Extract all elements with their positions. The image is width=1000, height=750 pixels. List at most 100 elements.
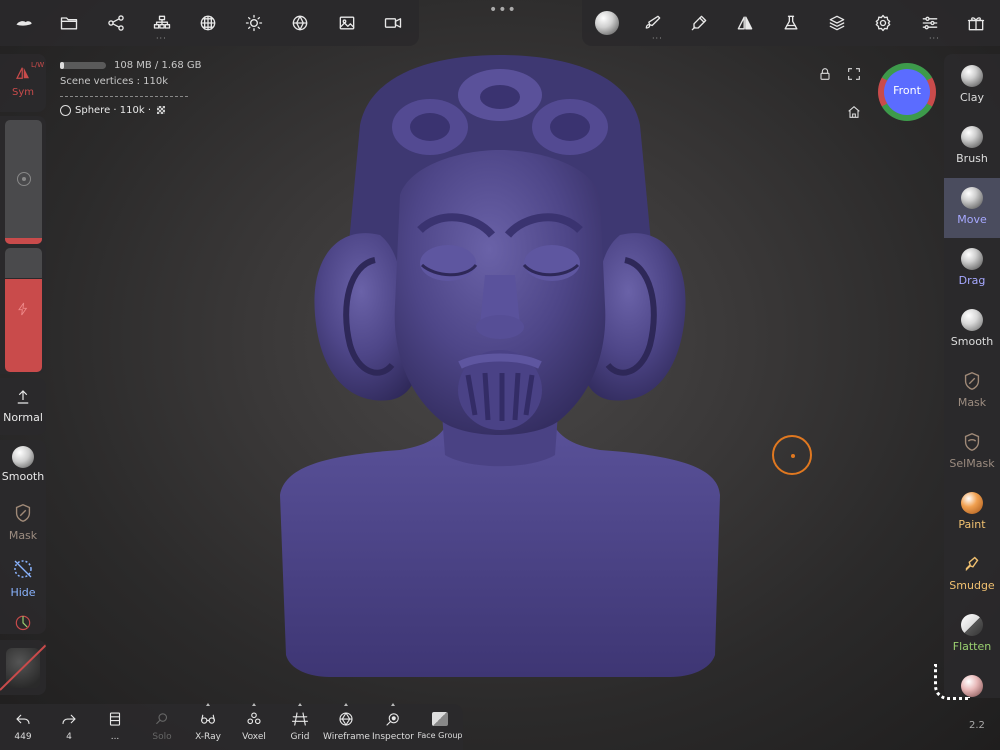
- wireframe-button[interactable]: Wireframe: [323, 703, 370, 742]
- lock-icon[interactable]: [817, 66, 833, 86]
- redo-icon: [62, 714, 76, 725]
- tool-clay[interactable]: Clay: [944, 56, 1000, 114]
- redo-button[interactable]: 4: [46, 706, 92, 742]
- move-ball-icon: [961, 187, 983, 209]
- more-dots-icon[interactable]: •••: [489, 2, 517, 18]
- voxel-label: Voxel: [242, 732, 266, 742]
- face-group-icon: [432, 712, 448, 726]
- tool-label: Drag: [958, 274, 986, 287]
- tool-mask[interactable]: Mask: [944, 361, 1000, 419]
- more-quick-tool-button[interactable]: [0, 612, 46, 635]
- tool-flatten[interactable]: Flatten: [944, 605, 1000, 663]
- home-icon[interactable]: [846, 104, 862, 124]
- sculpt-viewport-model[interactable]: [270, 55, 730, 685]
- redo-count: 4: [66, 732, 72, 742]
- normal-mode-button[interactable]: Normal: [0, 388, 46, 424]
- image-icon[interactable]: [336, 12, 358, 34]
- checker-icon: [157, 106, 166, 114]
- tool-smudge[interactable]: Smudge: [944, 544, 1000, 602]
- sliders-more-icon: ···: [929, 34, 940, 43]
- smudge-finger-icon: [965, 556, 979, 572]
- quick-mask-button[interactable]: Mask: [0, 502, 46, 542]
- hide-grid-icon: [14, 560, 32, 578]
- scene-info: 108 MB / 1.68 GB Scene vertices : 110k S…: [60, 58, 202, 119]
- tool-label: Clay: [960, 91, 984, 104]
- memory-bar: [60, 61, 106, 69]
- selmask-shield-icon: [964, 433, 980, 451]
- tool-drag[interactable]: Drag: [944, 239, 1000, 297]
- folder-icon[interactable]: [58, 12, 80, 34]
- tool-label: Smudge: [949, 579, 995, 592]
- undo-button[interactable]: 449: [0, 706, 46, 742]
- normal-label: Normal: [3, 411, 43, 424]
- top-toolbar-right: ··· ···: [582, 0, 1000, 46]
- face-group-button[interactable]: Face Group: [417, 706, 463, 741]
- quick-smooth-button[interactable]: Smooth: [0, 446, 46, 483]
- tool-selmask[interactable]: SelMask: [944, 422, 1000, 480]
- color-swatch-panel[interactable]: [0, 640, 46, 695]
- grid-button[interactable]: Grid: [277, 703, 323, 742]
- quick-hide-label: Hide: [10, 586, 36, 599]
- undo-icon: [16, 714, 30, 725]
- video-icon[interactable]: [382, 12, 404, 34]
- gift-icon[interactable]: [965, 12, 987, 34]
- paint-ball-icon: [961, 492, 983, 514]
- scene-vertices: Scene vertices : 110k: [60, 76, 169, 87]
- tool-paint[interactable]: Paint: [944, 483, 1000, 541]
- layers-icon[interactable]: [826, 12, 848, 34]
- tool-move[interactable]: Move: [944, 178, 1000, 238]
- smooth-ball-icon: [12, 446, 34, 468]
- tool-label: Mask: [957, 396, 987, 409]
- symmetry-icon[interactable]: [734, 12, 756, 34]
- share-nodes-icon[interactable]: [105, 12, 127, 34]
- view-gizmo[interactable]: Front: [878, 63, 936, 121]
- radius-slider-knob-icon: [17, 172, 31, 186]
- intensity-slider-empty[interactable]: [5, 248, 42, 278]
- intensity-slider[interactable]: [5, 279, 42, 372]
- quick-smooth-label: Smooth: [1, 470, 45, 483]
- radius-slider[interactable]: [5, 120, 42, 244]
- tool-brush[interactable]: Brush: [944, 117, 1000, 175]
- sym-label: Sym: [11, 87, 34, 98]
- xray-button[interactable]: X-Ray: [185, 703, 231, 742]
- inspector-eye-icon: [386, 713, 399, 726]
- symmetry-button[interactable]: L/W Sym: [0, 60, 46, 98]
- pen-tool-icon[interactable]: [688, 12, 710, 34]
- flask-icon[interactable]: [780, 12, 802, 34]
- fullscreen-icon[interactable]: [846, 66, 862, 86]
- scene-tree-icon[interactable]: [151, 12, 173, 34]
- tool-smooth[interactable]: Smooth: [944, 300, 1000, 358]
- material-icon[interactable]: [289, 12, 311, 34]
- matcap-icon[interactable]: [594, 10, 620, 36]
- grid-label: Grid: [290, 732, 310, 742]
- inspector-button[interactable]: Inspector: [370, 703, 416, 742]
- sym-sub-label: L/W: [31, 61, 45, 69]
- undo-count: 449: [14, 732, 32, 742]
- light-icon[interactable]: [243, 12, 265, 34]
- flatten-ball-icon: [961, 614, 983, 636]
- brush-cursor: [772, 435, 812, 475]
- brush-more-icon: ···: [652, 34, 663, 43]
- tool-label: Move: [957, 213, 987, 226]
- tool-scroll-indicator-icon[interactable]: [934, 664, 970, 700]
- no-color-slash-icon: [0, 644, 46, 691]
- mask-shield-icon: [964, 372, 980, 390]
- drag-ball-icon: [961, 248, 983, 270]
- history-icon: [109, 712, 121, 726]
- mesh-info[interactable]: Sphere · 110k ·: [60, 103, 202, 119]
- xray-glasses-icon: [201, 714, 215, 724]
- quick-hide-button[interactable]: Hide: [0, 557, 46, 599]
- quick-mask-label: Mask: [8, 529, 38, 542]
- sliders-icon[interactable]: [919, 12, 941, 34]
- symmetry-toggle-icon: [16, 67, 29, 79]
- voxel-button[interactable]: Voxel: [231, 703, 277, 742]
- menu-logo-icon[interactable]: [13, 12, 35, 34]
- settings-icon[interactable]: [872, 12, 894, 34]
- solo-button[interactable]: Solo: [139, 706, 185, 742]
- history-button[interactable]: ...: [92, 706, 138, 742]
- memory-text: 108 MB / 1.68 GB: [114, 60, 202, 71]
- brush-settings-icon[interactable]: [642, 12, 664, 34]
- voxel-icon: [247, 712, 261, 725]
- tool-label: SelMask: [949, 457, 995, 470]
- grid-sphere-icon[interactable]: [197, 12, 219, 34]
